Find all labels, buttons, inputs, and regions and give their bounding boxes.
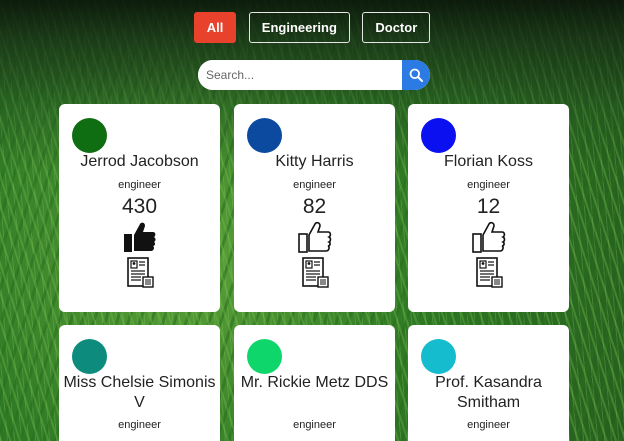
profile-role: engineer [118,419,161,431]
profile-role: engineer [467,179,510,191]
like-count: 430 [121,195,158,218]
avatar [421,118,456,153]
filter-doctor-button[interactable]: Doctor [362,12,431,43]
like-count: 12 [476,195,501,218]
profile-name: Prof. Kasandra Smitham [435,374,542,411]
search-input[interactable] [198,60,402,90]
profile-name: Florian Koss [444,153,533,170]
profile-name: Miss Chelsie Simonis V [63,374,216,411]
profile-role: engineer [467,419,510,431]
profile-card: Florian Koss engineer 12 [408,104,569,312]
filter-all-button[interactable]: All [193,12,237,43]
avatar [247,118,282,153]
filter-bar: All Engineering Doctor [0,12,624,43]
profile-card: Prof. Kasandra Smitham engineer [408,325,569,441]
profile-card: Mr. Rickie Metz DDS engineer [234,325,395,441]
avatar [247,339,282,374]
thumbs-up-filled-icon[interactable] [123,221,157,253]
resume-icon[interactable] [127,257,155,289]
profile-role: engineer [293,179,336,191]
resume-icon[interactable] [302,257,330,289]
avatar [421,339,456,374]
profile-card: Kitty Harris engineer 82 [234,104,395,312]
profile-name: Mr. Rickie Metz DDS [240,374,389,391]
profile-name: Kitty Harris [275,153,354,170]
profile-role: engineer [293,419,336,431]
profile-card: Miss Chelsie Simonis V engineer [59,325,220,441]
avatar [72,339,107,374]
profile-card: Jerrod Jacobson engineer 430 [59,104,220,312]
profile-role: engineer [118,179,161,191]
search-icon [409,68,423,82]
resume-icon[interactable] [476,257,504,289]
profile-name: Jerrod Jacobson [80,153,199,170]
search-bar [198,60,430,90]
avatar [72,118,107,153]
thumbs-up-icon[interactable] [472,221,506,253]
thumbs-up-icon[interactable] [298,221,332,253]
like-count: 82 [302,195,327,218]
filter-engineering-button[interactable]: Engineering [248,12,350,43]
